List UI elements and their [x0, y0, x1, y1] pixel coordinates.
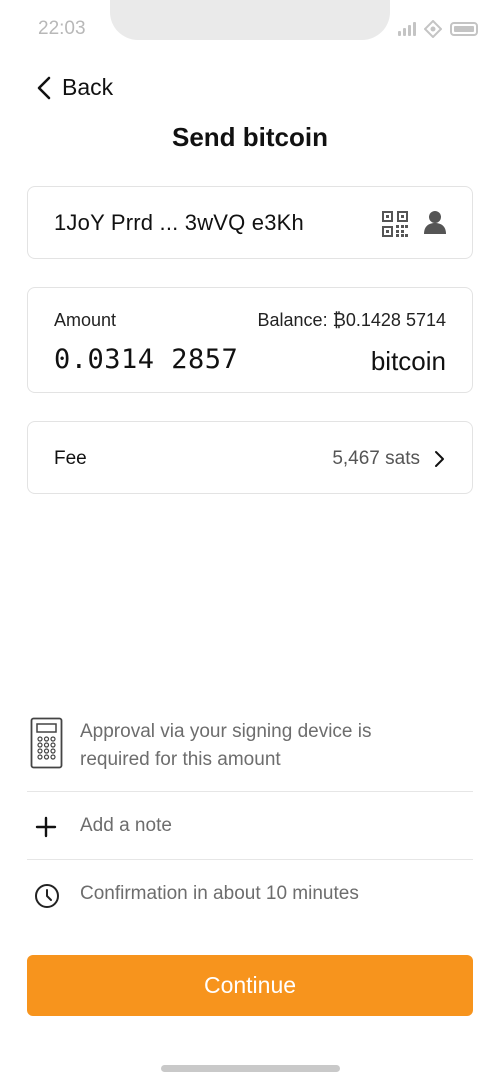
chevron-right-icon	[435, 451, 444, 467]
page-title: Send bitcoin	[172, 122, 328, 152]
confirmation-text: Confirmation in about 10 minutes	[80, 883, 359, 904]
status-time: 22:03	[38, 18, 86, 39]
clock-icon	[35, 884, 59, 908]
back-button[interactable]: Back	[36, 74, 113, 101]
plus-icon	[35, 816, 57, 838]
back-label: Back	[62, 74, 114, 100]
fee-selector[interactable]: Fee 5,467 sats	[27, 421, 473, 494]
network-icon	[424, 20, 442, 38]
signal-icon	[398, 22, 416, 36]
add-note-button[interactable]: Add a note	[27, 793, 473, 860]
unit-toggle[interactable]: bitcoin	[371, 346, 446, 377]
qr-code-icon[interactable]	[382, 211, 408, 237]
status-icons	[398, 20, 478, 38]
recipient-address-field[interactable]: 1JoY Prrd ... 3wVQ e3Kh	[27, 186, 473, 259]
home-indicator[interactable]	[161, 1065, 340, 1072]
approval-text: Approval via your signing device is requ…	[80, 721, 372, 770]
confirmation-estimate: Confirmation in about 10 minutes	[27, 861, 473, 929]
status-bar: 22:03	[0, 0, 500, 60]
amount-card[interactable]: Amount Balance: ₿0.1428 5714 0.0314 2857…	[27, 287, 473, 393]
amount-label: Amount	[54, 310, 117, 330]
recipient-address: 1JoY Prrd ... 3wVQ e3Kh	[54, 210, 304, 235]
add-note-label: Add a note	[80, 815, 172, 836]
approval-notice: Approval via your signing device is requ…	[27, 708, 473, 792]
fee-label: Fee	[54, 448, 87, 469]
amount-input[interactable]: 0.0314 2857	[54, 344, 238, 375]
battery-icon	[450, 22, 478, 36]
contact-icon[interactable]	[422, 209, 448, 235]
chevron-left-icon	[37, 76, 51, 99]
continue-button[interactable]: Continue	[27, 955, 473, 1016]
signing-device-icon	[30, 717, 63, 769]
balance-text: Balance: ₿0.1428 5714	[257, 310, 446, 330]
device-notch	[110, 0, 390, 40]
fee-value: 5,467 sats	[332, 448, 420, 469]
